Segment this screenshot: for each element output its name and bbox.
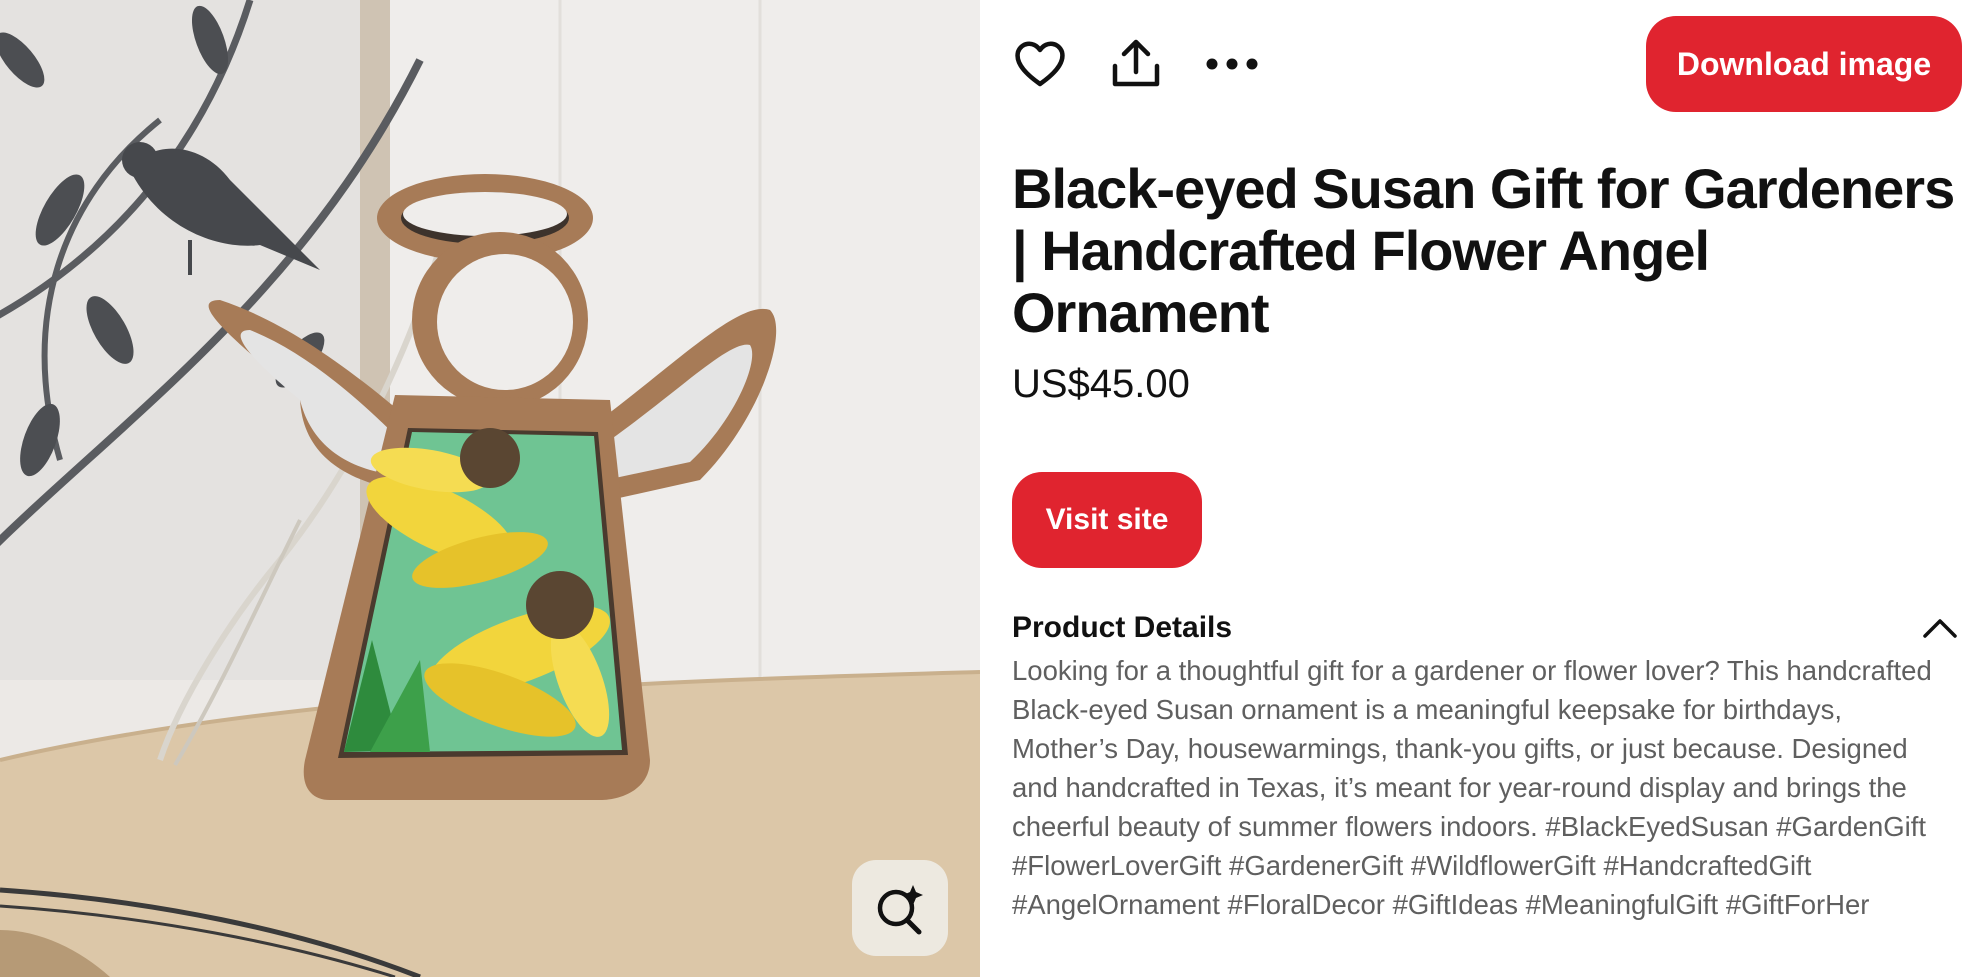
like-button[interactable]	[1012, 36, 1068, 92]
product-details-toggle[interactable]: Product Details	[1012, 606, 1962, 650]
chevron-up-icon	[1923, 619, 1957, 638]
product-description: Looking for a thoughtful gift for a gard…	[1012, 655, 1932, 920]
product-price: US$45.00	[1012, 362, 1190, 406]
heart-icon	[1015, 41, 1065, 87]
more-options-button[interactable]	[1204, 36, 1260, 92]
visit-site-button[interactable]: Visit site	[1012, 472, 1202, 568]
action-toolbar: Download image	[1012, 14, 1962, 112]
product-info-panel: Download image Black-eyed Susan Gift for…	[1012, 0, 1962, 977]
share-button[interactable]	[1108, 36, 1164, 92]
angel-ornament-illustration	[0, 0, 980, 977]
share-upload-icon	[1112, 39, 1160, 87]
visual-search-sparkle-icon	[877, 885, 923, 935]
product-details-heading: Product Details	[1012, 611, 1233, 644]
more-dots-icon	[1206, 58, 1258, 70]
product-title: Black-eyed Susan Gift for Gardeners | Ha…	[1012, 157, 1955, 344]
product-image[interactable]	[0, 0, 980, 977]
visual-search-button[interactable]	[852, 860, 948, 956]
download-image-button[interactable]: Download image	[1646, 16, 1962, 112]
